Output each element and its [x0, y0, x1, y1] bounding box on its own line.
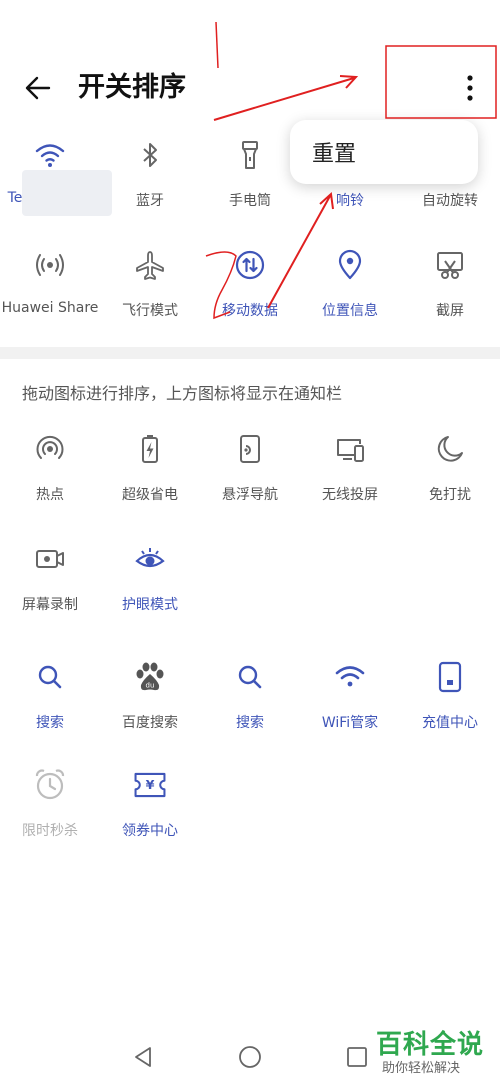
screenshot-icon: [437, 252, 463, 279]
shortcut-label: 限时秒杀: [22, 823, 78, 839]
toggle-label: 超级省电: [122, 487, 178, 503]
svg-text:¥: ¥: [146, 778, 155, 793]
watermark: 百科全说 助你轻松解决: [376, 1024, 498, 1080]
more-vertical-icon: [467, 75, 473, 101]
back-button[interactable]: [16, 68, 60, 108]
hotspot-icon: [36, 435, 64, 459]
shortcut-recharge-center[interactable]: 充值中心: [400, 658, 500, 758]
battery-saver-icon: [142, 435, 158, 463]
alarm-clock-icon: [35, 769, 65, 800]
bluetooth-icon: [143, 143, 157, 167]
shortcut-label: 搜索: [236, 715, 264, 731]
more-options-button[interactable]: [448, 68, 492, 108]
circle-home-icon: [239, 1046, 261, 1068]
shortcut-label: 百度搜索: [122, 715, 178, 731]
page-title: 开关排序: [78, 72, 186, 103]
app-shortcuts-grid: 搜索 du 百度搜索 搜索 WiFi管家 充值中心 限时秒杀 ¥ 领券中心: [0, 658, 500, 868]
phone-card-icon: [438, 661, 462, 693]
shortcut-label: WiFi管家: [321, 715, 379, 731]
moon-icon: [437, 436, 463, 462]
toggle-label: 免打扰: [429, 487, 471, 503]
wifi-icon: [335, 666, 365, 687]
toggle-location[interactable]: 位置信息: [300, 246, 400, 346]
toggle-do-not-disturb[interactable]: 免打扰: [400, 430, 500, 530]
wireless-projection-icon: [337, 439, 364, 462]
toggle-label: 蓝牙: [136, 193, 164, 209]
toggle-label: 热点: [36, 487, 64, 503]
shortcut-wifi-manager[interactable]: WiFi管家: [300, 658, 400, 758]
nav-home-button[interactable]: [235, 1042, 265, 1072]
toggle-power-saver[interactable]: 超级省电: [100, 430, 200, 530]
toggle-bluetooth[interactable]: 蓝牙: [100, 136, 200, 236]
toggle-wireless-projection[interactable]: 无线投屏: [300, 430, 400, 530]
toggle-flashlight[interactable]: 手电筒: [200, 136, 300, 236]
search-icon: [38, 665, 62, 689]
wifi-icon: [35, 144, 65, 167]
back-arrow-icon: [25, 76, 51, 100]
toggle-hotspot[interactable]: 热点: [0, 430, 100, 530]
toggle-label: 无线投屏: [322, 487, 378, 503]
search-icon: [238, 665, 262, 689]
toggle-label: 手电筒: [229, 193, 271, 209]
shortcut-search[interactable]: 搜索: [0, 658, 100, 758]
eye-icon: [135, 548, 165, 568]
app-header: 开关排序: [0, 50, 500, 122]
coupon-yen-icon: ¥: [134, 772, 166, 798]
shortcut-search-2[interactable]: 搜索: [200, 658, 300, 758]
toggle-screen-record[interactable]: 屏幕录制: [0, 540, 100, 640]
toggle-label: Te: [7, 190, 23, 206]
airplane-icon: [136, 251, 164, 280]
toggle-label: 屏幕录制: [22, 597, 78, 613]
baidu-paw-icon: du: [136, 662, 164, 691]
toggle-airplane[interactable]: 飞行模式: [100, 246, 200, 346]
reset-menu-item[interactable]: 重置: [312, 136, 356, 168]
toggle-floating-nav[interactable]: 悬浮导航: [200, 430, 300, 530]
toggle-label: Huawei Share: [1, 300, 99, 316]
floating-nav-icon: [240, 435, 260, 463]
toggle-label: 护眼模式: [122, 597, 178, 613]
shortcut-baidu-search[interactable]: du 百度搜索: [100, 658, 200, 758]
location-icon: [338, 249, 362, 280]
huawei-share-icon: [36, 254, 64, 276]
inactive-toggles-grid: 热点 超级省电 悬浮导航 无线投屏 免打扰 屏幕录制 护眼模式: [0, 430, 500, 640]
shortcut-coupon-center[interactable]: ¥ 领券中心: [100, 766, 200, 866]
screen-record-icon: [36, 550, 64, 568]
toggle-huawei-share[interactable]: Huawei Share: [0, 246, 100, 346]
toggle-label: 截屏: [436, 303, 464, 319]
toggle-label: 位置信息: [322, 303, 378, 319]
toggle-screenshot[interactable]: 截屏: [400, 246, 500, 346]
watermark-title: 百科全说: [376, 1030, 485, 1060]
overflow-menu: 重置: [290, 120, 478, 184]
shortcut-label: 充值中心: [422, 715, 478, 731]
toggle-label: 飞行模式: [122, 303, 178, 319]
toggle-mobile-data[interactable]: 移动数据: [200, 246, 300, 346]
shortcut-label: 搜索: [36, 715, 64, 731]
toggle-label: 悬浮导航: [222, 487, 278, 503]
shortcut-flash-sale[interactable]: 限时秒杀: [0, 766, 100, 866]
toggle-label: 响铃: [336, 193, 364, 209]
section-divider: [0, 347, 500, 359]
square-recents-icon: [347, 1047, 367, 1067]
toggle-label: 移动数据: [222, 303, 278, 319]
watermark-subtitle: 助你轻松解决: [382, 1061, 461, 1076]
toggle-eye-comfort[interactable]: 护眼模式: [100, 540, 200, 640]
shortcut-label: 领券中心: [122, 823, 178, 839]
nav-recents-button[interactable]: [342, 1042, 372, 1072]
nav-back-button[interactable]: [128, 1042, 158, 1072]
privacy-blur: [22, 170, 112, 216]
mobile-data-icon: [235, 250, 265, 280]
svg-text:du: du: [146, 682, 155, 690]
toggle-label: 自动旋转: [422, 193, 478, 209]
flashlight-icon: [242, 141, 258, 169]
sort-hint-text: 拖动图标进行排序，上方图标将显示在通知栏: [22, 384, 343, 403]
triangle-back-icon: [135, 1047, 151, 1067]
